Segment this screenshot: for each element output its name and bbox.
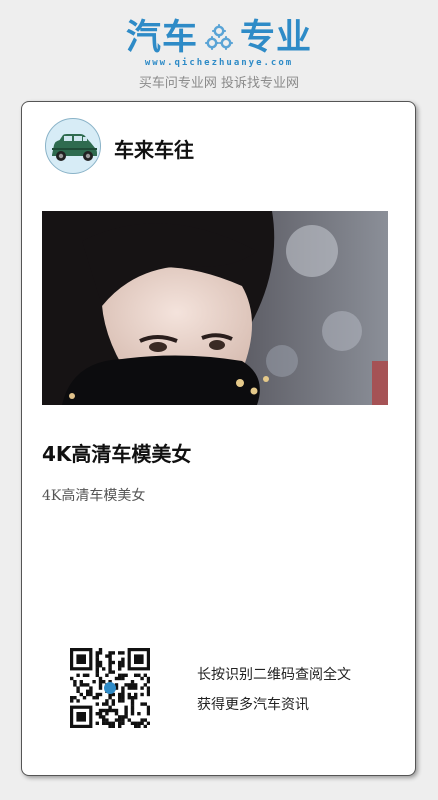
brand-tagline: 买车问专业网 投诉找专业网 [138, 76, 300, 91]
hero-photo [42, 211, 388, 405]
channel-name[interactable]: 车来车往 [114, 134, 194, 163]
brand-url: www.qichezhuanye.com [144, 58, 294, 68]
car-icon [52, 134, 97, 161]
brand-logo: 汽车 专业 [0, 18, 438, 58]
brand-word-left: 汽车 [125, 18, 198, 58]
article-card: 车来车往 4K高清车模美女 4K高清车模美女 长按识别二维码查阅全文 获得更多汽… [21, 101, 416, 776]
qr-instruction-text: 长按识别二维码查阅全文 [197, 667, 351, 683]
brand-word-right: 专业 [240, 18, 313, 58]
gear-icon [205, 24, 233, 50]
hero-image[interactable] [42, 211, 388, 405]
channel-avatar[interactable] [45, 118, 101, 174]
qr-more-info-text: 获得更多汽车资讯 [197, 697, 309, 713]
qr-code[interactable] [70, 648, 151, 729]
qr-code-icon [70, 648, 151, 729]
article-title[interactable]: 4K高清车模美女 [42, 438, 191, 467]
brand-header: 汽车 专业 www.qichezhuanye.com 买车问专业网 投诉找专业网 [0, 0, 438, 100]
article-summary: 4K高清车模美女 [42, 488, 146, 504]
